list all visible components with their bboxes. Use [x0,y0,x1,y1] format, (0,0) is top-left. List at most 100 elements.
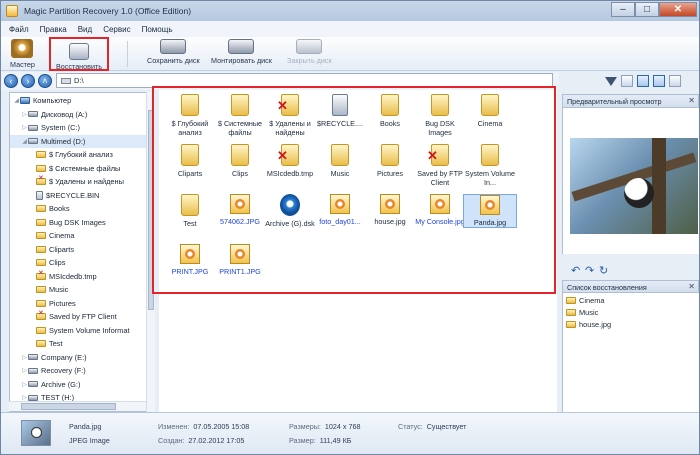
file-thumbnail [21,420,51,446]
folder-icon [36,232,46,239]
jpg-icon [566,321,576,328]
expand-arrow-icon[interactable]: ▷ [21,124,28,131]
size-label: Размер: [289,436,316,445]
computer-icon [20,97,30,104]
folder-icon [36,151,46,158]
status-filename: Panda.jpg [69,422,102,431]
menu-bar: Файл Правка Вид Сервис Помощь [1,21,699,37]
expand-arrow-icon[interactable]: ▷ [21,367,28,374]
tree-item[interactable]: Cinema [10,229,149,242]
tree-item-label: $RECYCLE.BIN [46,190,100,200]
rotate-left-icon[interactable]: ↶ [571,264,580,277]
tree-item-label: $ Глубокий анализ [49,150,113,159]
tree-item[interactable]: $RECYCLE.BIN [10,189,149,202]
tree-item-label: System (C:) [41,123,81,132]
tree-item[interactable]: Pictures [10,297,149,310]
file-list-highlight [152,86,556,294]
tree-item-label: Saved by FTP Client [49,312,117,321]
preview-close-icon[interactable]: ✕ [688,96,695,105]
save-disk-label: Сохранить диск [147,56,200,65]
tree-item[interactable]: ◢ Multimed (D:) [10,134,149,148]
menu-help[interactable]: Помощь [142,25,173,34]
tree-item[interactable]: Music [10,283,149,296]
tree-item-label: System Volume Informat [49,325,130,335]
menu-view[interactable]: Вид [78,25,92,34]
recycle-bin-icon [36,190,43,200]
modified-value: 07.05.2005 15:08 [193,422,250,431]
tree-item[interactable]: Test [10,337,149,350]
folder-icon [36,259,46,266]
filter-icon[interactable] [605,76,617,86]
expand-arrow-icon[interactable]: ▷ [21,354,28,361]
recovery-pane-toggle[interactable] [653,75,665,87]
tree-item-label: Books [49,204,70,213]
drive-icon [28,354,38,360]
menu-file[interactable]: Файл [9,25,29,34]
tree-item[interactable]: Bug DSK Images [10,216,149,229]
tree-item[interactable]: ◢ Компьютер [10,94,149,107]
tree-item[interactable]: Clips [10,256,149,269]
refresh-icon[interactable]: ↻ [599,264,608,277]
tree-horizontal-scrollbar[interactable] [9,401,146,411]
menu-service[interactable]: Сервис [103,25,130,34]
recovery-item[interactable]: Music [566,308,598,317]
tree-item[interactable]: $ Глубокий анализ [10,148,149,161]
recovery-close-icon[interactable]: ✕ [688,282,695,291]
forward-button[interactable]: › [21,74,35,88]
recovery-item-name: house.jpg [579,320,612,329]
close-button[interactable]: ✕ [659,2,697,17]
rotate-right-icon[interactable]: ↷ [585,264,594,277]
back-button[interactable]: ‹ [4,74,18,88]
tree-item[interactable]: Saved by FTP Client [10,309,149,323]
layout-toggle[interactable] [669,75,681,87]
expand-arrow-icon[interactable]: ▷ [21,111,28,118]
recovery-item[interactable]: house.jpg [566,320,611,329]
expand-arrow-icon[interactable]: ◢ [13,97,20,104]
recovery-item[interactable]: Cinema [566,296,604,305]
tree-item[interactable]: $ Системные файлы [10,162,149,175]
tree-item[interactable]: ▷ System (C:) [10,121,149,134]
maximize-button[interactable]: □ [635,2,659,17]
tree-item-label: Multimed (D:) [41,136,86,146]
folder-icon [36,205,46,212]
restore-button[interactable]: Восстановить [49,37,110,71]
save-disk-button[interactable]: Сохранить диск [147,39,200,65]
app-icon [6,5,18,17]
close-disk-button[interactable]: Закрыть диск [287,39,332,65]
tree-item-label: Archive (G:) [41,379,81,389]
tree-item[interactable]: ▷ Дисковод (A:) [10,108,149,121]
menu-edit[interactable]: Правка [40,25,67,34]
recovery-list-title: Список восстановления [567,283,647,292]
tree-item[interactable]: MSIcdedb.tmp [10,269,149,283]
folder-icon [36,245,46,253]
tree-item[interactable]: ▷ Archive (G:) [10,378,149,391]
tree-item[interactable]: Books [10,202,149,215]
folder-icon [36,299,46,307]
tree-item-label: Cinema [49,231,75,240]
tree-item[interactable]: $ Удалены и найдены [10,174,149,188]
tree-item[interactable]: System Volume Informat [10,324,149,337]
recovery-item-name: Cinema [579,296,605,305]
tree-item[interactable]: ▷ Company (E:) [10,351,149,364]
modified-label: Изменен: [158,422,190,431]
drive-icon [28,111,38,117]
scroll-thumb[interactable] [21,403,116,410]
folder-icon [36,326,46,334]
tree-item[interactable]: Cliparts [10,243,149,256]
master-button[interactable]: Мастер [10,39,35,69]
view-options-button[interactable] [621,75,633,87]
tree-item-label: Recovery (F:) [41,366,86,375]
preview-pane-toggle[interactable] [637,75,649,87]
expand-arrow-icon[interactable]: ▷ [21,381,28,388]
mount-disk-button[interactable]: Монтировать диск [211,39,272,65]
expand-arrow-icon[interactable]: ◢ [21,138,28,145]
minimize-button[interactable]: – [611,2,635,17]
up-button[interactable]: ˄ [38,74,52,88]
tree-item[interactable]: ▷ Recovery (F:) [10,364,149,377]
deleted-folder-icon [36,269,46,280]
folder-icon [36,164,46,172]
recovery-list: Cinema Music house.jpg [562,293,699,412]
drive-icon [28,381,38,387]
mount-disk-label: Монтировать диск [211,56,272,65]
expand-arrow-icon[interactable]: ▷ [21,394,28,401]
